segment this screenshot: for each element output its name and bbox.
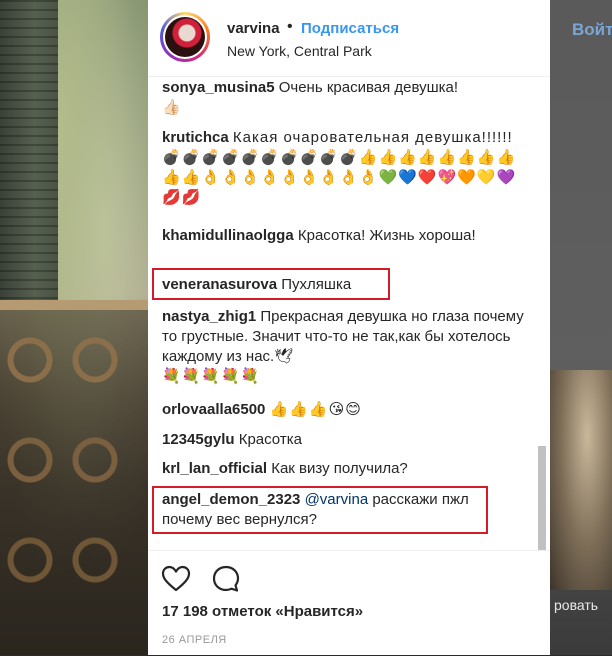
comment-username[interactable]: khamidullinaolgga xyxy=(162,227,294,244)
comment-username[interactable]: 12345gylu xyxy=(162,431,235,448)
comment-username[interactable]: nastya_zhig1 xyxy=(162,308,256,325)
comment-item: krl_lan_official Как визу получила? xyxy=(162,459,532,479)
comment-item: orlovaalla6500 👍👍👍😘😊 xyxy=(162,400,532,420)
post-date: 26 АПРЕЛЯ xyxy=(162,634,227,646)
background-photo-left xyxy=(0,0,148,655)
comment-text: Очень красивая девушка! xyxy=(278,79,459,96)
location-link[interactable]: New York, Central Park xyxy=(227,43,372,59)
comments-list[interactable]: sonya_musina5 Очень красивая девушка! 👍🏻… xyxy=(148,76,550,550)
background-bottom-text: ровать xyxy=(554,597,599,613)
separator-dot: • xyxy=(287,18,293,35)
comment-username[interactable]: krl_lan_official xyxy=(162,460,267,477)
post-header: varvina • Подписаться New York, Central … xyxy=(148,0,550,77)
comments-scrollbar[interactable] xyxy=(536,156,548,550)
comment-item: khamidullinaolgga Красотка! Жизнь хороша… xyxy=(162,226,532,246)
comment-text: Пухляшка xyxy=(281,276,352,293)
background-right: Войт ровать xyxy=(550,0,612,655)
comment-username[interactable]: krutichca xyxy=(162,129,229,146)
comment-username[interactable]: veneranasurova xyxy=(162,276,277,293)
comment-item: 12345gylu Красотка xyxy=(162,430,532,450)
comment-text: Как визу получила? xyxy=(271,460,408,477)
heart-icon[interactable] xyxy=(160,563,192,595)
comment-username[interactable]: sonya_musina5 xyxy=(162,79,275,96)
comment-text: Красотка! Жизнь хороша! xyxy=(297,227,476,244)
comment-username[interactable]: orlovaalla6500 xyxy=(162,401,265,418)
post-actions: 17 198 отметок «Нравится» 26 АПРЕЛЯ xyxy=(148,550,550,656)
likes-count[interactable]: 17 198 отметок «Нравится» xyxy=(162,603,363,620)
comment-item: nastya_zhig1 Прекрасная девушка но глаза… xyxy=(162,307,532,387)
background-photo-right xyxy=(550,370,612,590)
comment-item: krutichca Какая очаровательная девушка!!… xyxy=(162,128,532,208)
comment-username[interactable]: angel_demon_2323 xyxy=(162,491,300,508)
scrollbar-thumb[interactable] xyxy=(538,446,546,550)
avatar-image xyxy=(165,17,205,57)
comment-bubble-icon[interactable] xyxy=(210,563,242,595)
comment-emoji: 👍🏻 xyxy=(162,99,181,116)
comment-emoji: 💐💐💐💐💐 xyxy=(162,368,261,385)
background-building xyxy=(0,0,58,300)
username-link[interactable]: varvina xyxy=(227,20,280,37)
avatar[interactable] xyxy=(160,12,210,62)
comment-text: Красотка xyxy=(238,431,302,448)
comment-text: 👍👍👍😘😊 xyxy=(269,401,362,418)
background-follow-text: Войт xyxy=(572,20,612,39)
background-railing xyxy=(0,300,148,655)
comment-item: angel_demon_2323 @varvina расскажи пжл п… xyxy=(162,490,484,530)
mention-link[interactable]: @varvina xyxy=(305,491,369,508)
subscribe-button[interactable]: Подписаться xyxy=(301,20,399,37)
comment-item: sonya_musina5 Очень красивая девушка! 👍🏻 xyxy=(162,78,532,118)
post-panel: varvina • Подписаться New York, Central … xyxy=(148,0,550,655)
comment-item: veneranasurova Пухляшка xyxy=(162,275,532,295)
